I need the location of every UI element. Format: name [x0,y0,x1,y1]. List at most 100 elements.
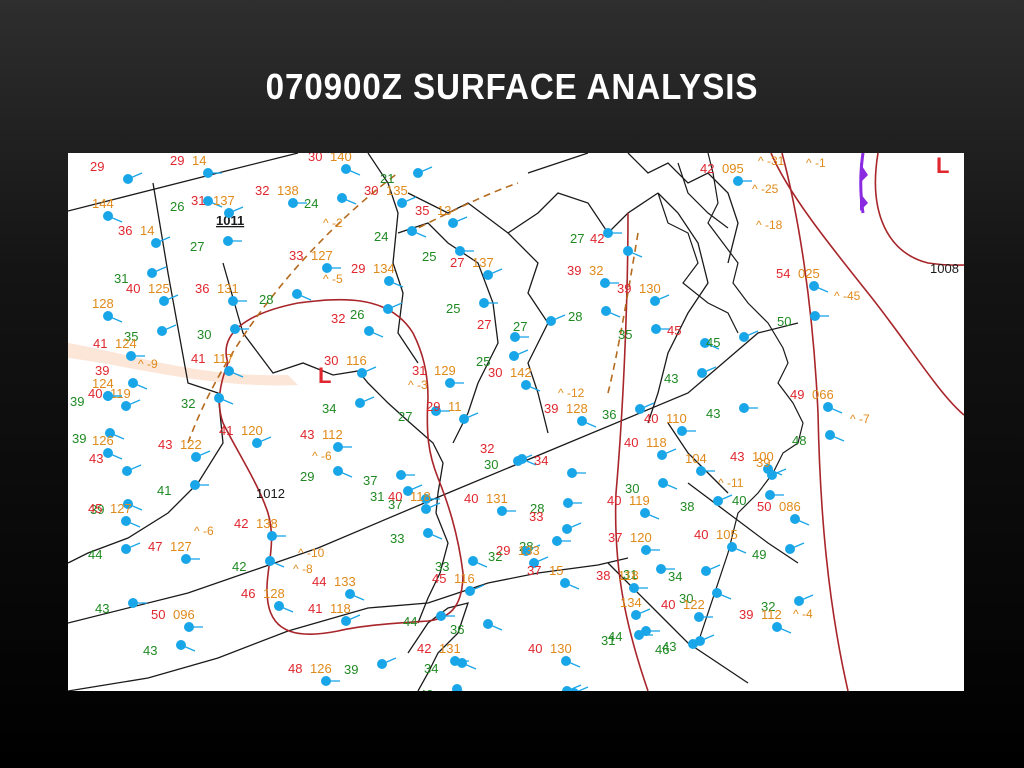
low-pressure-center: L [936,153,949,178]
temperature-label: 49 [790,387,804,402]
pressure-label: 096 [173,607,195,622]
tendency-label: ^ -9 [138,357,158,371]
dewpoint-label: 42 [232,559,246,574]
tendency-label: ^ -18 [756,218,783,232]
station-obs: 34 [534,453,586,478]
dewpoint-label: 35 [618,327,632,342]
temperature-label: 42 [590,231,604,246]
pressure-label: 133 [518,543,540,558]
station-obs: 40 122 [661,597,713,622]
temperature-label: 50 [757,499,771,514]
dewpoint-label: 49 [752,547,766,562]
pressure-label: 134 [620,595,642,610]
station-obs: 46 128 [241,586,294,613]
station-obs: 49 066 [790,387,843,414]
temperature-label: 40 [126,281,140,296]
pressure-label: 137 [472,255,494,270]
temperature-label: 36 [195,281,209,296]
dewpoint-label: 38 [680,499,694,514]
temperature-label: 40 [644,411,658,426]
station-obs: 36 131 [195,281,247,306]
dewpoint-label: 31 [370,489,384,504]
temperature-label: 37 [608,530,622,545]
temperature-label: 38 [596,568,610,583]
station-obs: 42 138 [234,516,286,541]
temperature-label: 41 [93,336,107,351]
station-obs: 29 [90,159,143,184]
station-obs: 29 [300,466,353,484]
temperature-label: 37 [527,563,541,578]
pressure-label: 118 [618,568,639,583]
dewpoint-label: 39 [72,431,86,446]
pressure-label: 15 [549,563,563,578]
station-obs: 37 [363,470,415,488]
temperature-label: 39 [544,401,558,416]
station-obs: 28 [259,289,312,307]
pressure-label: 138 [256,516,278,531]
tendency-label: ^ -6 [312,449,332,463]
station-obs: 144 [92,196,123,223]
pressure-label: 120 [241,423,263,438]
station-obs: 45 116 [432,571,485,596]
dewpoint-label: 31 [601,633,615,648]
station-obs: 42 [590,231,643,258]
pressure-label: 118 [646,435,667,450]
station-obs: 38 [680,494,733,514]
pressure-label: 025 [798,266,820,281]
pressure-label: 140 [330,153,352,164]
station-obs: 39 130 [617,281,670,306]
temperature-label: 42 [234,516,248,531]
dewpoint-label: 40 [419,687,433,691]
station-obs: 35 [618,324,670,342]
station-obs: 27 [190,236,242,254]
temperature-label: 48 [288,661,302,676]
station-obs: 39 32 [567,263,619,288]
station-obs: 40 119 [607,493,660,520]
dewpoint-label: 27 [190,239,204,254]
dewpoint-label: 26 [170,199,184,214]
temperature-label: 43 [300,427,314,442]
pressure-label: 130 [550,641,572,656]
pressure-label: 126 [92,433,114,448]
temperature-label: 30 [308,153,322,164]
tendency-label: ^ -10 [298,546,325,560]
slide-title: 070900Z SURFACE ANALYSIS [265,66,759,107]
dewpoint-label: 41 [157,483,171,498]
dewpoint-label: 39 [344,662,358,677]
dewpoint-label: 43 [143,643,157,658]
pressure-label: 134 [373,261,395,276]
pressure-label: 13 [437,203,451,218]
dewpoint-label: 43 [662,639,676,654]
tendency-label: ^ -6 [194,524,214,538]
temperature-label: 30 [364,183,378,198]
dewpoint-label: 29 [300,469,314,484]
dewpoint-label: 30 [197,327,211,342]
pressure-label: 142 [510,365,532,380]
temperature-label: 40 [607,493,621,508]
station-obs: 30 140 [308,153,361,176]
station-obs: 40 110 [644,411,696,436]
temperature-label: 41 [219,423,233,438]
pressure-label: 104 [685,451,707,466]
station-obs: 40 131 [464,491,516,516]
dewpoint-label: 40 [732,493,746,508]
station-obs: 33 127 [289,248,341,273]
station-obs: 34 [322,396,375,416]
isobar-1008 [770,153,964,416]
isobar-label-1008: 1008 [930,261,959,276]
tendency-label: ^ -3 [408,378,428,392]
temperature-label: 39 [617,281,631,296]
pressure-label: 066 [812,387,834,402]
pressure-label: 117 [213,351,234,366]
pressure-label: 122 [683,597,705,612]
station-obs: 40 [419,684,464,691]
station-obs: 36 [450,619,503,637]
dewpoint-label: 27 [570,231,584,246]
pressure-label: 130 [639,281,661,296]
pressure-label: 122 [180,437,202,452]
temperature-label: 29 [351,261,365,276]
dewpoint-label: 48 [792,433,806,448]
tendency-label: ^ -4 [793,607,813,621]
tendency-label: ^ -1 [806,156,826,170]
tendency-label: ^ -2 [323,216,343,230]
